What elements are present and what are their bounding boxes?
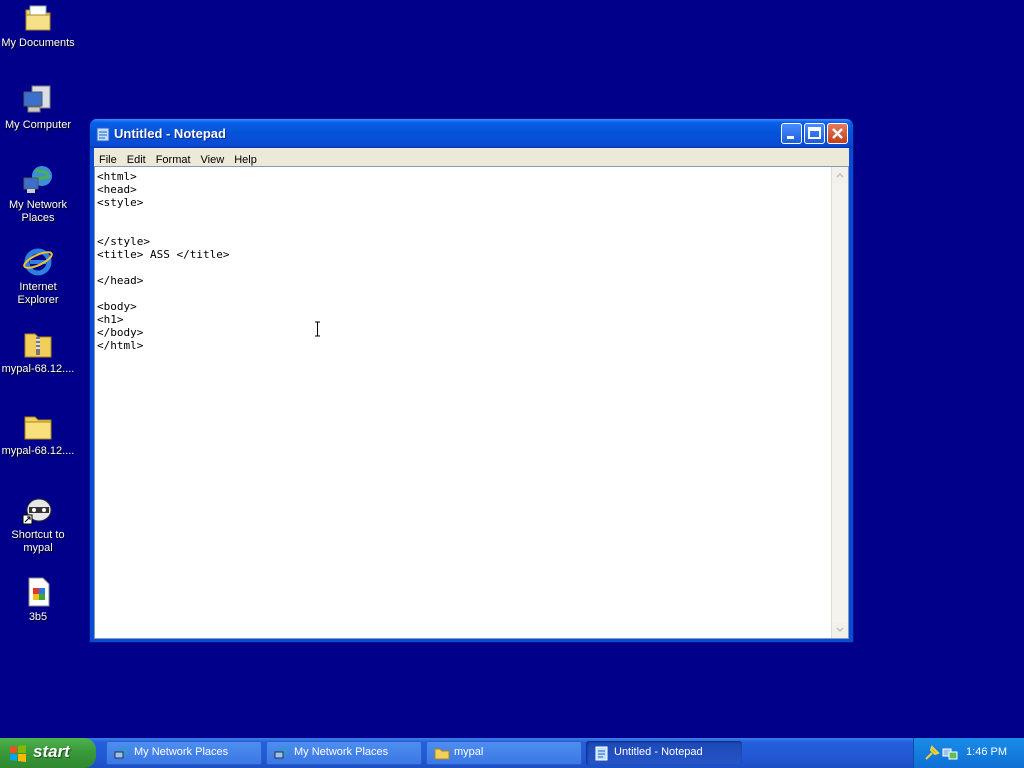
close-button[interactable] — [827, 123, 848, 144]
clock[interactable]: 1:46 PM — [966, 746, 1007, 758]
vertical-scrollbar[interactable] — [831, 167, 848, 638]
desktop-icon-shortcut-mypal[interactable]: Shortcut to mypal — [0, 494, 78, 555]
scroll-down-arrow-icon[interactable] — [832, 622, 848, 638]
desktop-icon-3b5[interactable]: 3b5 — [0, 576, 78, 624]
desktop-icon-label: 3b5 — [28, 611, 48, 623]
desktop-icon-my-computer[interactable]: My Computer — [0, 84, 78, 132]
raccoon-shortcut-icon — [22, 494, 54, 526]
notepad-icon — [96, 126, 110, 142]
notepad-icon — [594, 745, 610, 761]
network-places-icon — [114, 745, 130, 761]
network-places-icon — [274, 745, 290, 761]
my-documents-icon — [22, 2, 54, 34]
taskbar-item-label: My Network Places — [134, 746, 229, 758]
text-editor[interactable]: <html> <head> <style> </style> <title> A… — [94, 166, 849, 639]
network-places-icon — [22, 164, 54, 196]
document-icon — [22, 576, 54, 608]
desktop-icon-label: Internet Explorer — [17, 281, 59, 306]
start-label: start — [33, 742, 70, 761]
tray-network-icon[interactable] — [942, 745, 958, 761]
desktop-icon-mypal-folder[interactable]: mypal-68.12.... — [0, 410, 78, 458]
taskbar-item-label: mypal — [454, 746, 484, 758]
editor-content[interactable]: <html> <head> <style> </style> <title> A… — [97, 170, 830, 638]
taskbar-item-notepad[interactable]: Untitled - Notepad — [586, 741, 742, 765]
desktop-icon-label: My Network Places — [8, 199, 68, 224]
taskbar: start My Network Places My Network Place… — [0, 738, 1024, 768]
desktop-icon-label: My Documents — [1, 37, 75, 49]
zip-folder-icon — [22, 328, 54, 360]
windows-flag-icon — [9, 744, 27, 762]
scroll-up-arrow-icon[interactable] — [832, 167, 848, 183]
title-bar[interactable]: Untitled - Notepad — [90, 119, 853, 148]
desktop-icon-label: mypal-68.12.... — [1, 445, 75, 457]
desktop-icon-my-network-places[interactable]: My Network Places — [0, 164, 78, 225]
taskbar-item-network-places-1[interactable]: My Network Places — [106, 741, 262, 765]
my-computer-icon — [22, 84, 54, 116]
maximize-button[interactable] — [804, 123, 825, 144]
folder-icon — [434, 745, 450, 761]
desktop-icon-my-documents[interactable]: My Documents — [0, 2, 78, 50]
taskbar-item-label: My Network Places — [294, 746, 389, 758]
window-title: Untitled - Notepad — [114, 126, 226, 141]
desktop-icon-label: mypal-68.12.... — [1, 363, 75, 375]
menu-bar: File Edit Format View Help — [94, 148, 849, 166]
text-cursor-icon — [314, 321, 321, 337]
desktop-icon-label: Shortcut to mypal — [11, 529, 65, 554]
folder-icon — [22, 410, 54, 442]
start-button[interactable]: start — [0, 738, 96, 768]
minimize-button[interactable] — [781, 123, 802, 144]
desktop-icon-internet-explorer[interactable]: Internet Explorer — [0, 246, 78, 307]
taskbar-item-network-places-2[interactable]: My Network Places — [266, 741, 422, 765]
taskbar-item-mypal[interactable]: mypal — [426, 741, 582, 765]
tray-tool-icon[interactable] — [924, 745, 940, 761]
system-tray: 1:46 PM — [913, 738, 1024, 768]
desktop-icon-label: My Computer — [4, 119, 72, 131]
desktop-icon-mypal-zip[interactable]: mypal-68.12.... — [0, 328, 78, 376]
internet-explorer-icon — [22, 246, 54, 278]
notepad-window[interactable]: Untitled - Notepad File Edit Format View Hel… — [90, 119, 853, 642]
taskbar-item-label: Untitled - Notepad — [614, 746, 703, 758]
